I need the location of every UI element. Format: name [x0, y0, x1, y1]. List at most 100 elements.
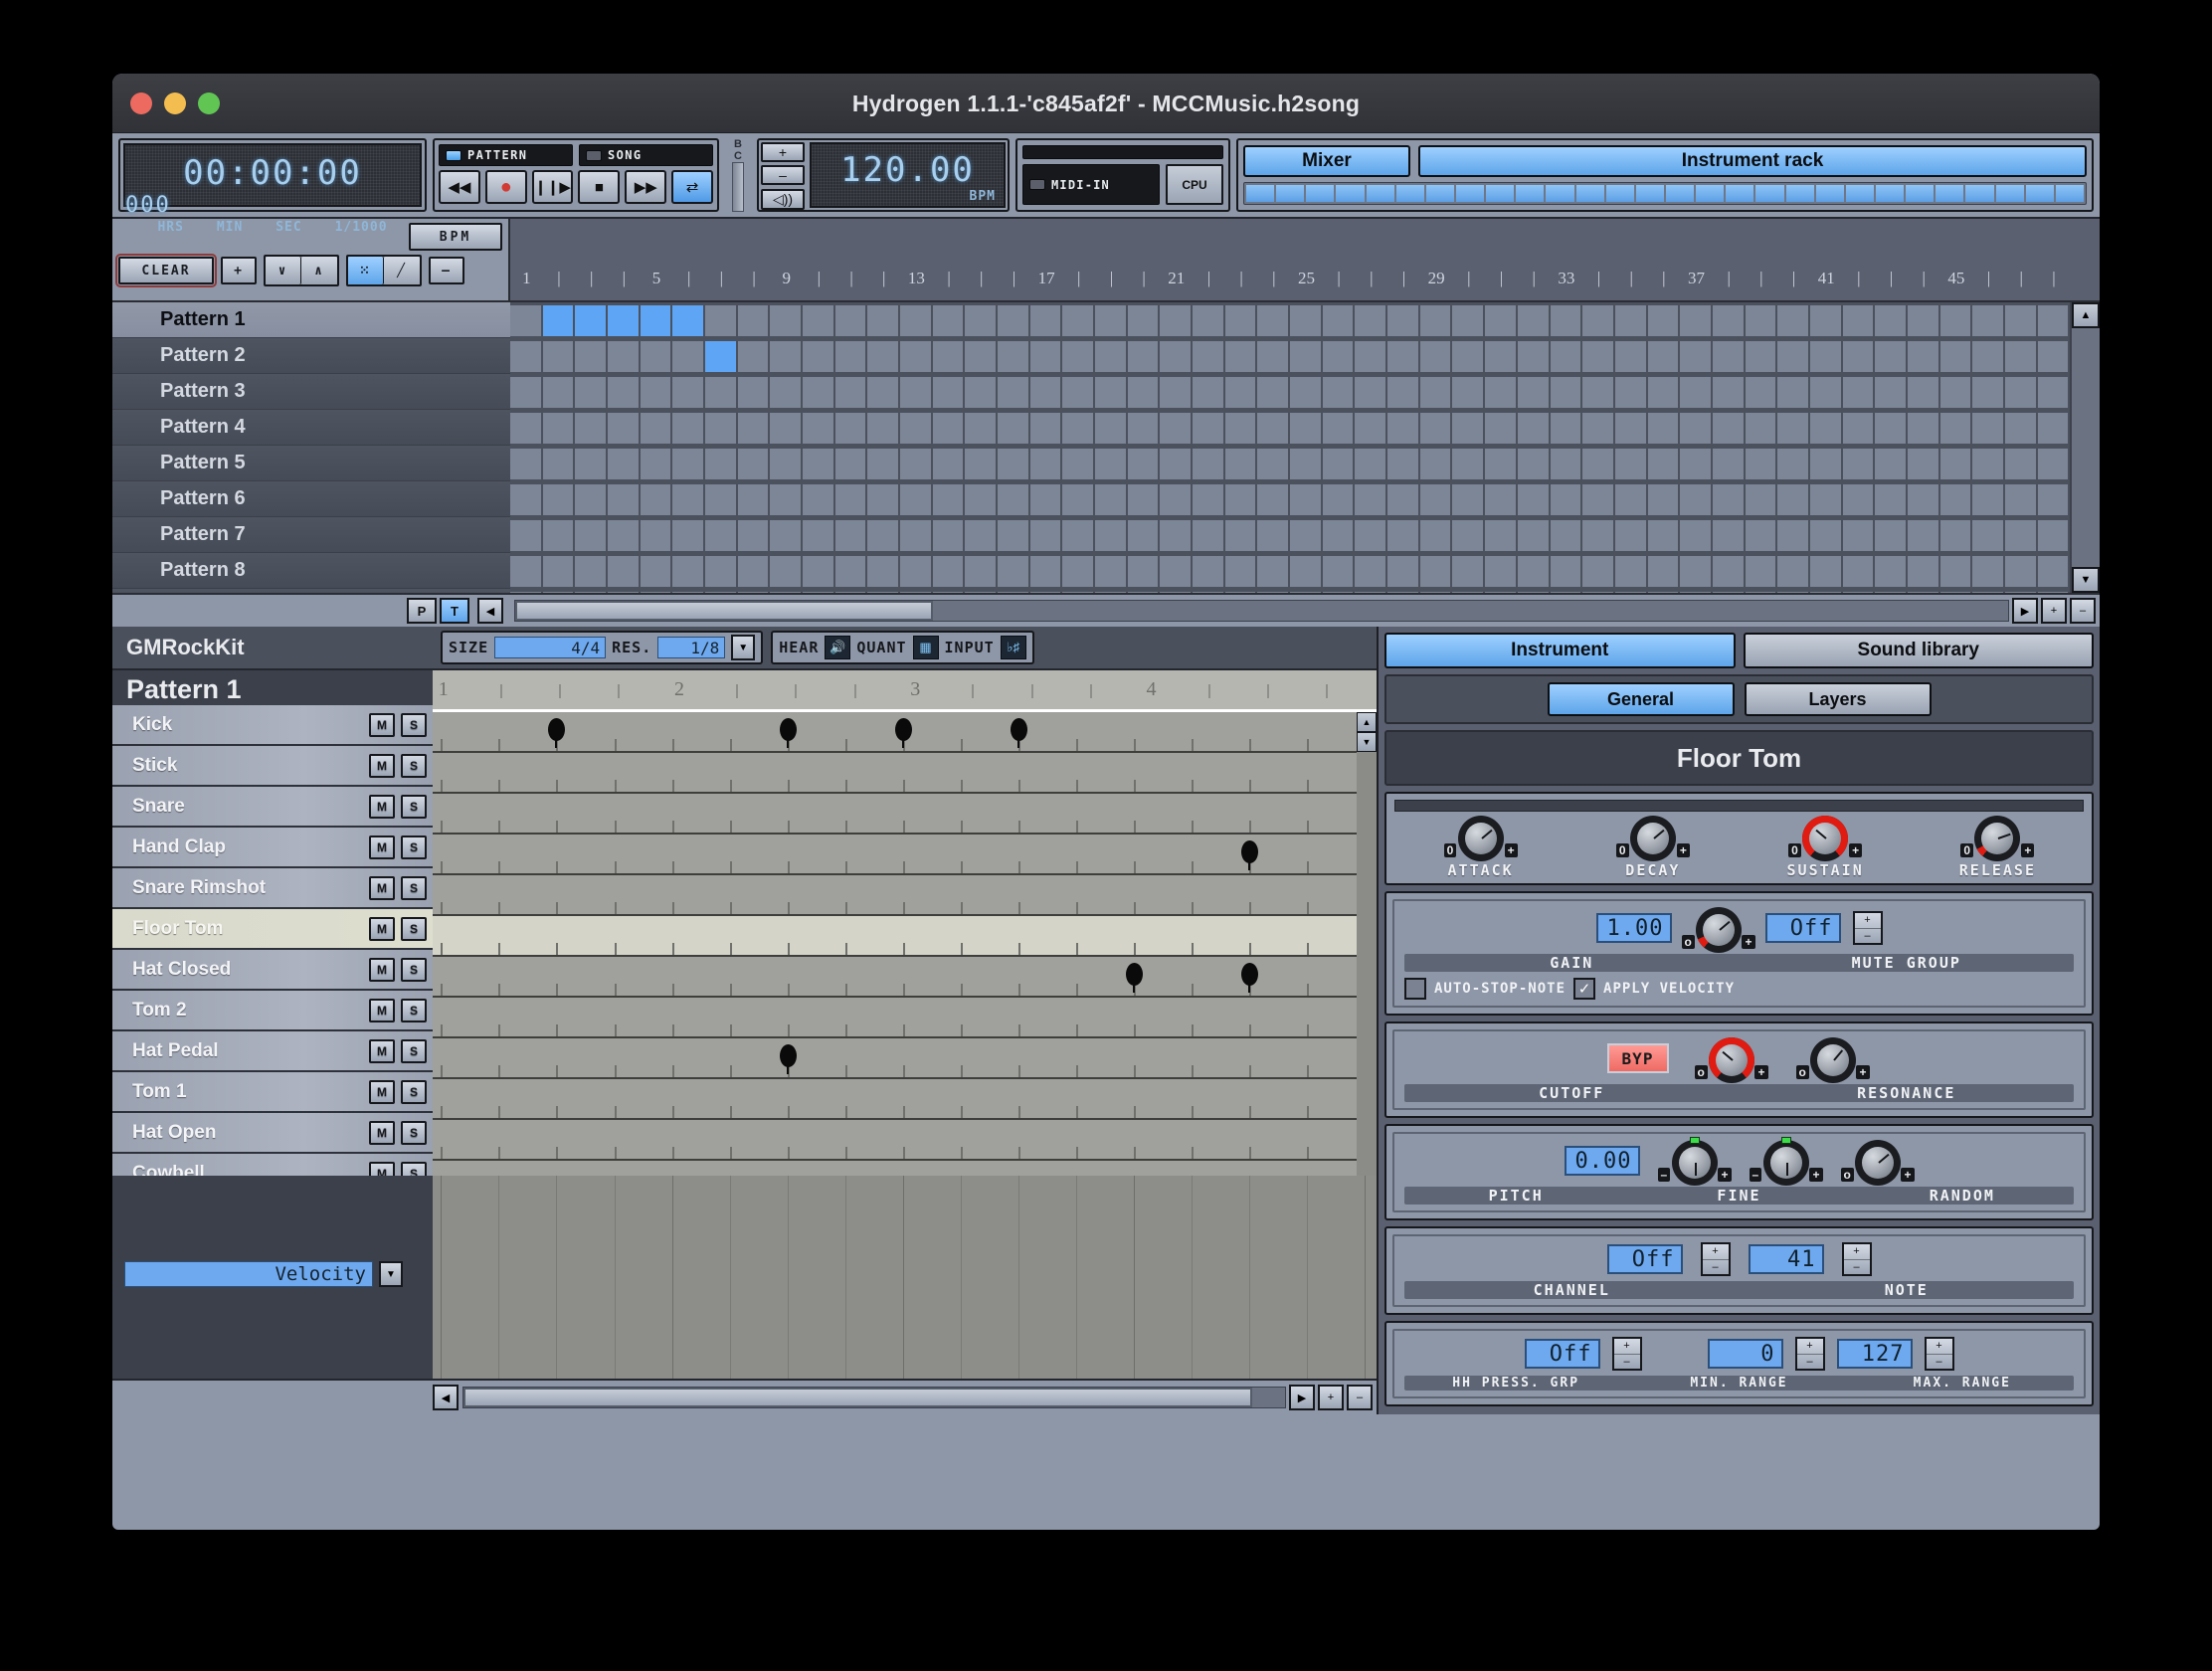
mute-group-stepper[interactable]: + – [1852, 911, 1883, 945]
song-grid-cell[interactable] [1193, 377, 1225, 408]
song-grid-cell[interactable] [737, 449, 771, 479]
loop-button[interactable]: ⇄ [671, 170, 713, 204]
song-grid-cell[interactable] [1029, 305, 1063, 336]
song-grid-row[interactable] [510, 302, 2071, 338]
keyboard-icon[interactable]: ♭♯ [1000, 636, 1026, 659]
song-grid-cell[interactable] [1972, 413, 2005, 444]
song-grid-cell[interactable] [932, 592, 966, 593]
song-grid-cell[interactable] [1745, 484, 1778, 515]
song-grid-cell[interactable] [867, 305, 901, 336]
song-grid-cell[interactable] [1419, 484, 1453, 515]
song-grid-cell[interactable] [1452, 592, 1486, 593]
song-grid-cell[interactable] [932, 377, 966, 408]
song-grid-cell[interactable] [867, 484, 901, 515]
song-grid-cell[interactable] [1452, 305, 1486, 336]
song-grid-cell[interactable] [1419, 413, 1453, 444]
song-grid-cell[interactable] [2037, 377, 2071, 408]
song-grid-cell[interactable] [1907, 484, 1940, 515]
solo-button[interactable]: S [401, 712, 427, 737]
song-grid-cell[interactable] [1582, 520, 1615, 551]
song-grid-cell[interactable] [1224, 556, 1258, 587]
song-grid-cell[interactable] [1160, 449, 1194, 479]
song-grid-cell[interactable] [1224, 305, 1258, 336]
song-grid-cell[interactable] [803, 377, 835, 408]
pattern-list-item[interactable]: Pattern 1 [112, 302, 510, 338]
song-grid-cell[interactable] [1355, 592, 1388, 593]
song-grid-cell[interactable] [1355, 341, 1388, 372]
song-grid-cell[interactable] [1257, 592, 1291, 593]
song-grid-cell[interactable] [1582, 377, 1615, 408]
tab-instrument[interactable]: Instrument [1384, 633, 1736, 668]
move-pattern-up-button[interactable]: ∧ [301, 257, 337, 284]
song-grid-cell[interactable] [1193, 449, 1225, 479]
song-grid-cell[interactable] [1485, 341, 1518, 372]
song-grid-cell[interactable] [542, 449, 576, 479]
song-grid-cell[interactable] [834, 556, 868, 587]
song-grid-cell[interactable] [1290, 592, 1323, 593]
song-grid-cell[interactable] [2037, 341, 2071, 372]
solo-button[interactable]: S [401, 835, 427, 859]
song-grid-cell[interactable] [1290, 484, 1323, 515]
instrument-list-item[interactable]: Tom 1 MS [112, 1072, 433, 1113]
song-grid-cell[interactable] [998, 413, 1030, 444]
song-grid-cell[interactable] [1582, 413, 1615, 444]
song-grid-cell[interactable] [1907, 305, 1940, 336]
song-grid-cell[interactable] [1193, 520, 1225, 551]
song-grid-cell[interactable] [1809, 413, 1843, 444]
t-button[interactable]: T [440, 598, 469, 624]
solo-button[interactable]: S [401, 1079, 427, 1104]
instrument-rack-button[interactable]: Instrument rack [1418, 145, 2087, 178]
song-grid-cell[interactable] [2037, 520, 2071, 551]
song-grid-cell[interactable] [932, 484, 966, 515]
song-grid-cell[interactable] [672, 520, 706, 551]
bpm-display[interactable]: 120.00 BPM [810, 142, 1006, 208]
song-grid-cell[interactable] [640, 484, 673, 515]
pattern-list-item[interactable]: Pattern 8 [112, 553, 510, 589]
pattern-list-item[interactable]: Pattern 5 [112, 446, 510, 481]
solo-button[interactable]: S [401, 957, 427, 982]
song-grid-cell[interactable] [672, 556, 706, 587]
play-pause-button[interactable]: ❙❙▶ [531, 170, 574, 204]
add-pattern-button[interactable]: + [221, 257, 257, 284]
note[interactable] [1126, 963, 1144, 993]
song-grid-cell[interactable] [1322, 413, 1356, 444]
pattern-scroll-right-icon[interactable]: ▶ [1289, 1385, 1315, 1410]
instrument-list-item[interactable]: Floor Tom M S [112, 909, 433, 950]
instrument-list-item[interactable]: Cowbell M S [112, 1154, 433, 1176]
song-grid-cell[interactable] [2037, 305, 2071, 336]
song-grid-cell[interactable] [1680, 556, 1713, 587]
song-grid-cell[interactable] [510, 305, 543, 336]
song-grid-cell[interactable] [1387, 449, 1420, 479]
song-scroll-right-icon[interactable]: ▶ [2012, 598, 2038, 624]
close-window-button[interactable] [130, 93, 152, 114]
song-grid-cell[interactable] [1809, 592, 1843, 593]
song-grid-cell[interactable] [1485, 520, 1518, 551]
song-grid-cell[interactable] [608, 592, 641, 593]
song-grid-cell[interactable] [1029, 520, 1063, 551]
song-grid-cell[interactable] [1745, 377, 1778, 408]
song-grid-cell[interactable] [1485, 449, 1518, 479]
subtab-layers[interactable]: Layers [1744, 682, 1932, 716]
max-range-value[interactable]: 127 [1836, 1339, 1913, 1369]
song-grid-cell[interactable] [1387, 592, 1420, 593]
song-grid-cell[interactable] [1582, 484, 1615, 515]
song-grid-cell[interactable] [1095, 341, 1128, 372]
song-grid-cell[interactable] [705, 556, 738, 587]
song-grid-cell[interactable] [1517, 556, 1551, 587]
song-grid-cell[interactable] [1745, 413, 1778, 444]
midi-in-indicator[interactable]: MIDI-IN [1022, 164, 1160, 205]
song-grid-cell[interactable] [998, 377, 1030, 408]
song-grid-cell[interactable] [1875, 377, 1908, 408]
song-grid-cell[interactable] [1972, 520, 2005, 551]
apply-velocity-checkbox[interactable]: ✓ [1573, 978, 1596, 1000]
instrument-list-item[interactable]: Hat Closed M S [112, 950, 433, 991]
velocity-chevron-down-icon[interactable]: ▼ [379, 1261, 403, 1287]
song-grid-cell[interactable] [965, 484, 999, 515]
song-grid-cell[interactable] [1550, 305, 1583, 336]
song-grid-cell[interactable] [705, 305, 738, 336]
solo-button[interactable]: S [401, 1161, 427, 1176]
song-grid-cell[interactable] [705, 449, 738, 479]
song-grid-cell[interactable] [1290, 377, 1323, 408]
song-grid-cell[interactable] [1062, 592, 1096, 593]
song-grid-cell[interactable] [1907, 341, 1940, 372]
